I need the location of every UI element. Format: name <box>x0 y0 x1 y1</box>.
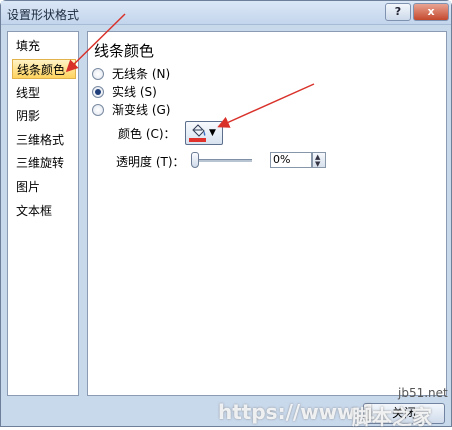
transparency-label: 透明度 (T)： <box>116 155 185 169</box>
sidebar-item-line-style[interactable]: 线型 <box>12 83 74 103</box>
category-list: 填充 线条颜色 线型 阴影 三维格式 三维旋转 图片 文本框 <box>7 31 79 396</box>
section-title: 线条颜色 <box>94 42 155 60</box>
transparency-spinner[interactable]: ▲ ▼ <box>312 152 326 168</box>
sidebar-item-3d-rotation[interactable]: 三维旋转 <box>12 153 74 173</box>
sidebar-item-3d-format[interactable]: 三维格式 <box>12 130 74 150</box>
sidebar-item-picture[interactable]: 图片 <box>12 177 74 197</box>
radio-label: 渐变线 (G) <box>112 103 171 117</box>
radio-label: 实线 (S) <box>112 85 157 99</box>
transparency-slider-track[interactable] <box>192 159 252 162</box>
sidebar-item-line-color[interactable]: 线条颜色 <box>12 59 76 79</box>
line-color-picker-button[interactable]: ▼ <box>185 121 223 145</box>
radio-label: 无线条 (N) <box>112 67 171 81</box>
format-shape-dialog: 设置形状格式 ? x 填充 线条颜色 线型 阴影 三维格式 三维旋转 图片 文本… <box>0 0 452 427</box>
watermark-site: jb51.net <box>398 386 448 400</box>
sidebar-item-text-box[interactable]: 文本框 <box>12 201 74 221</box>
sidebar-item-shadow[interactable]: 阴影 <box>12 106 74 126</box>
color-label: 颜色 (C)： <box>118 127 176 141</box>
help-button[interactable]: ? <box>385 3 411 21</box>
sidebar-item-fill[interactable]: 填充 <box>12 36 74 56</box>
transparency-input[interactable]: 0% <box>270 152 312 168</box>
dialog-title: 设置形状格式 <box>7 8 80 22</box>
transparency-slider-thumb[interactable] <box>191 152 199 168</box>
color-swatch <box>189 138 206 142</box>
radio-button[interactable] <box>92 68 104 80</box>
radio-button[interactable] <box>92 104 104 116</box>
spin-down-icon[interactable]: ▼ <box>315 161 320 168</box>
close-window-button[interactable]: x <box>413 3 449 21</box>
chevron-down-icon: ▼ <box>209 128 216 138</box>
radio-button[interactable] <box>92 86 104 98</box>
options-panel: 线条颜色 无线条 (N) 实线 (S) 渐变线 (G) 颜色 (C)： ▼ 透明… <box>87 31 447 396</box>
title-bar: 设置形状格式 ? x <box>1 1 451 25</box>
watermark-brand: 脚本之家 <box>352 405 432 429</box>
